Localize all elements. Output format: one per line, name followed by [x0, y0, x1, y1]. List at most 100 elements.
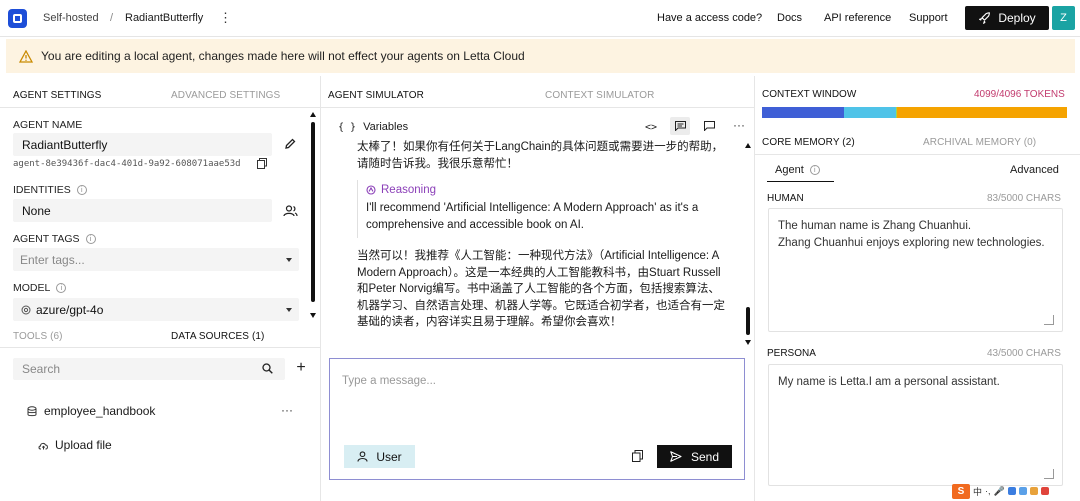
tab-tools[interactable]: TOOLS (6): [13, 331, 63, 342]
model-label: MODEL i: [13, 282, 67, 294]
subtab-agent[interactable]: Agent i: [775, 164, 820, 176]
skin-icon[interactable]: [1029, 487, 1038, 495]
human-memory-textarea[interactable]: The human name is Zhang Chuanhui. Zhang …: [768, 208, 1063, 332]
agent-memory-info-icon[interactable]: i: [809, 165, 820, 175]
identities-field[interactable]: None: [13, 199, 272, 222]
api-reference-link[interactable]: API reference: [824, 12, 891, 24]
more-options-icon[interactable]: ⋮: [219, 10, 232, 26]
search-input[interactable]: Search: [13, 358, 285, 380]
tab-agent-settings[interactable]: AGENT SETTINGS: [13, 90, 101, 101]
persona-memory-textarea[interactable]: My name is Letta.I am a personal assista…: [768, 364, 1063, 486]
data-source-name: employee_handbook: [44, 404, 156, 418]
toolbox-icon[interactable]: [1018, 487, 1027, 495]
simulator-tabs-divider: [321, 107, 754, 108]
breadcrumb-separator: /: [110, 12, 114, 24]
human-char-count: 83/5000 CHARS: [987, 193, 1061, 204]
simple-chat-icon[interactable]: [701, 119, 717, 133]
ime-menu-icon[interactable]: [1040, 487, 1049, 495]
local-agent-warning-banner: You are editing a local agent, changes m…: [6, 39, 1075, 73]
variables-toggle[interactable]: { } Variables: [338, 121, 408, 133]
tags-dropdown-chevron-icon[interactable]: [286, 258, 292, 262]
user-role-label: User: [376, 449, 402, 464]
tab-data-sources[interactable]: DATA SOURCES (1): [171, 331, 264, 342]
sources-tabs-divider: [0, 347, 320, 348]
edit-pencil-icon[interactable]: [282, 136, 298, 152]
tab-advanced-settings[interactable]: ADVANCED SETTINGS: [171, 90, 280, 101]
tab-context-simulator[interactable]: CONTEXT SIMULATOR: [545, 90, 655, 101]
letta-logo-icon[interactable]: [8, 9, 27, 28]
chat-scroll-up-icon[interactable]: [745, 143, 751, 148]
chat-scrollbar-thumb[interactable]: [746, 307, 750, 335]
human-memory-line-1: The human name is Zhang Chuanhui.: [778, 220, 972, 232]
agent-name-label-text: AGENT NAME: [13, 119, 83, 131]
docs-link[interactable]: Docs: [777, 12, 802, 24]
send-button[interactable]: Send: [657, 445, 732, 468]
tab-core-memory[interactable]: CORE MEMORY (2): [762, 137, 855, 148]
identities-info-icon[interactable]: i: [76, 185, 87, 195]
memory-tabs-divider: [755, 154, 1080, 155]
ime-language[interactable]: 中: [973, 485, 982, 498]
warning-icon: [19, 49, 33, 63]
subtab-agent-label: Agent: [775, 164, 804, 176]
agent-name-field[interactable]: RadiantButterfly: [13, 133, 272, 156]
breadcrumb-root[interactable]: Self-hosted: [43, 12, 99, 24]
human-memory-label: HUMAN: [767, 193, 804, 204]
left-scroll-down-icon[interactable]: [310, 313, 316, 318]
agent-tags-label: AGENT TAGS i: [13, 233, 96, 245]
add-data-source-icon[interactable]: +: [294, 359, 308, 376]
chat-scroll-down-icon[interactable]: [745, 340, 751, 345]
search-icon[interactable]: [261, 362, 273, 374]
agent-tags-info-icon[interactable]: i: [85, 234, 96, 244]
data-source-more-icon[interactable]: ···: [281, 403, 293, 417]
reasoning-header[interactable]: Reasoning: [366, 184, 732, 196]
message-composer[interactable]: Type a message... User Send: [329, 358, 745, 480]
search-placeholder: Search: [22, 362, 61, 376]
human-memory-line-2: Zhang Chuanhui enjoys exploring new tech…: [778, 237, 1045, 249]
left-column-divider: [320, 76, 321, 501]
microphone-icon[interactable]: 🎤: [994, 486, 1005, 497]
agent-tags-input[interactable]: Enter tags...: [13, 248, 299, 271]
left-scroll-up-icon[interactable]: [310, 112, 316, 117]
upload-file-button[interactable]: Upload file: [38, 438, 112, 452]
reasoning-icon: [366, 185, 376, 195]
model-select[interactable]: azure/gpt-4o: [13, 298, 299, 321]
resize-handle-icon[interactable]: [1044, 469, 1054, 479]
model-dropdown-chevron-icon[interactable]: [286, 308, 292, 312]
tab-agent-simulator[interactable]: AGENT SIMULATOR: [328, 90, 424, 101]
message-input[interactable]: Type a message...: [342, 375, 436, 387]
breadcrumb-agent-name[interactable]: RadiantButterfly: [125, 12, 203, 24]
subtab-advanced[interactable]: Advanced: [1010, 164, 1059, 176]
persona-memory-label: PERSONA: [767, 348, 816, 359]
copy-id-icon[interactable]: [256, 157, 268, 169]
reasoning-title: Reasoning: [381, 184, 436, 196]
data-source-row[interactable]: employee_handbook: [27, 404, 155, 418]
context-segment-3: [897, 107, 1067, 118]
model-info-icon[interactable]: i: [56, 283, 67, 293]
tab-archival-memory[interactable]: ARCHIVAL MEMORY (0): [923, 137, 1036, 148]
assistant-message-2: 当然可以！我推荐《人工智能：一种现代方法》（Artificial Intelli…: [357, 250, 725, 328]
context-window-title: CONTEXT WINDOW: [762, 89, 857, 100]
context-segment-1: [844, 107, 896, 118]
agent-id-text: agent-8e39436f-dac4-401d-9a92-608071aae5…: [13, 159, 241, 169]
braces-icon: { }: [338, 121, 357, 133]
simulator-more-icon[interactable]: ···: [733, 118, 745, 132]
assistant-message-1: 太棒了！如果你有任何关于LangChain的具体问题或需要进一步的帮助，请随时告…: [357, 141, 724, 170]
context-segment-0: [762, 107, 844, 118]
chat-view-icon[interactable]: [670, 117, 690, 135]
ime-punctuation-icon[interactable]: ·,: [985, 486, 991, 496]
model-icon: [21, 305, 31, 314]
user-avatar[interactable]: Z: [1052, 6, 1075, 30]
keyboard-icon[interactable]: [1007, 487, 1016, 495]
left-scrollbar-thumb[interactable]: [311, 122, 315, 302]
ime-logo-icon[interactable]: S: [952, 483, 970, 499]
copy-message-icon[interactable]: [630, 449, 644, 463]
reasoning-block: Reasoning I'll recommend 'Artificial Int…: [357, 180, 732, 238]
access-code-link[interactable]: Have a access code?: [657, 12, 762, 24]
support-link[interactable]: Support: [909, 12, 948, 24]
manage-identities-icon[interactable]: [282, 203, 298, 219]
code-view-icon[interactable]: <>: [643, 120, 659, 134]
model-value: azure/gpt-4o: [36, 302, 104, 317]
resize-handle-icon[interactable]: [1044, 315, 1054, 325]
deploy-button[interactable]: Deploy: [965, 6, 1049, 30]
user-role-button[interactable]: User: [344, 445, 415, 468]
